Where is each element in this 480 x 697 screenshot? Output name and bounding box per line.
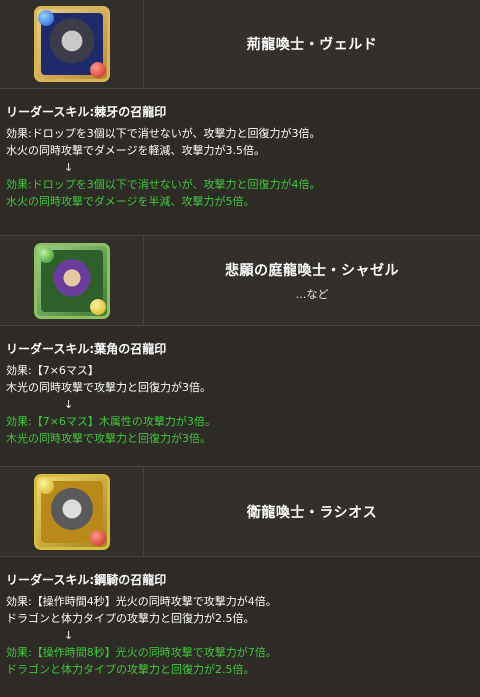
skill-before-line: ドラゴンと体力タイプの攻撃力と回復力が2.5倍。 <box>6 612 255 625</box>
leader-skill-section-1: リーダースキル:棘牙の召龍印 効果:ドロップを3個以下で消せないが、攻撃力と回復… <box>0 89 480 236</box>
down-arrow-icon: ↓ <box>64 629 74 642</box>
skill-after-line: 効果:ドロップを3個以下で消せないが、攻撃力と回復力が4倍。 <box>6 178 321 191</box>
light-attribute-icon <box>89 298 106 315</box>
monster-name-cell: 荊龍喚士・ヴェルド <box>144 0 480 88</box>
monster-row-3: 衛龍喚士・ラシオス <box>0 467 480 557</box>
leader-skill-title: リーダースキル:鋼騎の召龍印 <box>6 573 167 587</box>
skill-after-line: ドラゴンと体力タイプの攻撃力と回復力が2.5倍。 <box>6 663 255 676</box>
down-arrow-icon: ↓ <box>64 398 74 411</box>
leader-skill-section-2: リーダースキル:葉角の召龍印 効果:【7×6マス】 木光の同時攻撃で攻撃力と回復… <box>0 326 480 467</box>
skill-before-line: 木光の同時攻撃で攻撃力と回復力が3倍。 <box>6 381 211 394</box>
fire-attribute-icon <box>89 529 106 546</box>
monster-portrait-3[interactable] <box>33 473 110 550</box>
monster-portrait-1[interactable] <box>33 6 110 82</box>
fire-attribute-icon <box>89 62 106 78</box>
page: 荊龍喚士・ヴェルド リーダースキル:棘牙の召龍印 効果:ドロップを3個以下で消せ… <box>0 0 480 697</box>
skill-after-line: 効果:【操作時間8秒】光火の同時攻撃で攻撃力が7倍。 <box>6 646 277 659</box>
light-attribute-icon <box>37 477 54 494</box>
skill-description: 効果:【操作時間4秒】光火の同時攻撃で攻撃力が4倍。 ドラゴンと体力タイプの攻撃… <box>6 593 474 678</box>
skill-before-line: 水火の同時攻撃でダメージを軽減、攻撃力が3.5倍。 <box>6 144 265 157</box>
monster-icon-cell <box>0 0 144 88</box>
monster-name: 悲願の庭龍喚士・シャゼル <box>225 262 399 279</box>
monster-row-1: 荊龍喚士・ヴェルド <box>0 0 480 89</box>
monster-name: 荊龍喚士・ヴェルド <box>246 37 378 53</box>
monster-name: 衛龍喚士・ラシオス <box>246 504 378 521</box>
skill-after-line: 効果:【7×6マス】木属性の攻撃力が3倍。 <box>6 415 216 428</box>
monster-name-cell: 悲願の庭龍喚士・シャゼル …など <box>144 236 480 325</box>
skill-before-line: 効果:ドロップを3個以下で消せないが、攻撃力と回復力が3倍。 <box>6 127 321 140</box>
monster-icon-cell <box>0 236 144 325</box>
monster-icon-cell <box>0 467 144 556</box>
skill-after-line: 木光の同時攻撃で攻撃力と回復力が3倍。 <box>6 432 211 445</box>
down-arrow-icon: ↓ <box>64 161 74 174</box>
skill-description: 効果:【7×6マス】 木光の同時攻撃で攻撃力と回復力が3倍。 ↓ 効果:【7×6… <box>6 362 474 447</box>
wood-attribute-icon <box>37 246 54 263</box>
leader-skill-section-3: リーダースキル:鋼騎の召龍印 効果:【操作時間4秒】光火の同時攻撃で攻撃力が4倍… <box>0 557 480 697</box>
leader-skill-title: リーダースキル:葉角の召龍印 <box>6 342 167 356</box>
skill-before-line: 効果:【7×6マス】 <box>6 364 99 377</box>
etc-note: …など <box>295 287 329 301</box>
water-attribute-icon <box>37 10 54 26</box>
monster-portrait-2[interactable] <box>33 242 110 319</box>
skill-description: 効果:ドロップを3個以下で消せないが、攻撃力と回復力が3倍。 水火の同時攻撃でダ… <box>6 125 474 210</box>
skill-before-line: 効果:【操作時間4秒】光火の同時攻撃で攻撃力が4倍。 <box>6 595 277 608</box>
skill-after-line: 水火の同時攻撃でダメージを半減、攻撃力が5倍。 <box>6 195 255 208</box>
monster-name-cell: 衛龍喚士・ラシオス <box>144 467 480 556</box>
leader-skill-title: リーダースキル:棘牙の召龍印 <box>6 105 167 119</box>
monster-row-2: 悲願の庭龍喚士・シャゼル …など <box>0 236 480 326</box>
